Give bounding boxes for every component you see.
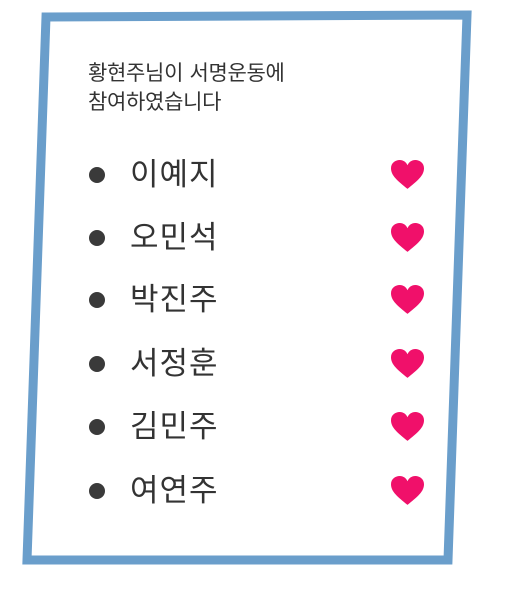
participant-item: 오민석 [0,218,508,258]
participant-name: 여연주 [130,473,219,509]
message-line-1: 황현주님이 서명운동에 [88,61,285,85]
heart-icon [391,223,424,252]
bullet-icon [89,230,105,246]
participant-item: 이예지 [0,155,508,195]
participant-name: 서정훈 [130,346,219,382]
participant-name: 김민주 [130,409,219,445]
bullet-icon [89,356,105,372]
bullet-icon [89,419,105,435]
heart-icon [391,285,424,314]
participant-name: 이예지 [130,157,219,193]
card-content: 황현주님이 서명운동에 참여하였습니다 이예지 오민석 박진주 서정훈 김민주 … [0,0,508,590]
bullet-icon [89,167,105,183]
bullet-icon [89,483,105,499]
bullet-icon [89,292,105,308]
participant-item: 김민주 [0,407,508,447]
heart-icon [391,160,424,189]
participant-item: 여연주 [0,471,508,511]
heart-icon [391,412,424,441]
heart-icon [391,476,424,505]
heart-icon [391,349,424,378]
participant-name: 박진주 [130,282,219,318]
message-line-2: 참여하였습니다 [88,90,222,114]
participation-message: 황현주님이 서명운동에 참여하였습니다 [88,59,388,117]
participant-item: 박진주 [0,280,508,320]
signature-card: 황현주님이 서명운동에 참여하였습니다 이예지 오민석 박진주 서정훈 김민주 … [0,0,508,590]
participant-name: 오민석 [130,220,219,256]
participant-item: 서정훈 [0,344,508,384]
